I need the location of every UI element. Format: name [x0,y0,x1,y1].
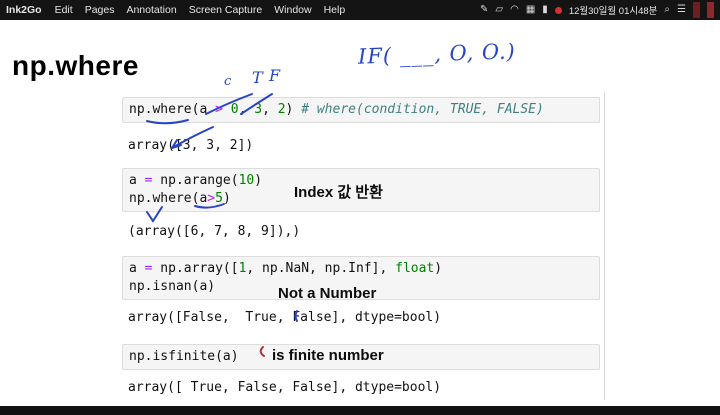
grid-icon[interactable]: ▦ [526,5,535,15]
output-isfinite: array([ True, False, False], dtype=bool) [128,380,442,395]
output-np-where: array([3, 3, 2]) [128,138,254,153]
bottom-bar [0,406,720,415]
menu-edit[interactable]: Edit [55,4,73,16]
code-line: np.where(a > 0, 3, 2) # where(condition,… [129,102,544,117]
shapes-icon[interactable]: ▱ [495,5,503,15]
red-bar-right [707,2,714,18]
list-icon[interactable]: ☰ [677,5,686,15]
code-cell-np-where[interactable]: np.where(a > 0, 3, 2) # where(condition,… [122,97,600,123]
handwritten-false-label: F [269,66,281,85]
note-index-return: Index 값 반환 [294,184,383,201]
menu-screen-capture[interactable]: Screen Capture [189,4,263,16]
record-indicator-icon[interactable] [554,6,562,14]
menu-help[interactable]: Help [324,4,346,16]
menubar-status-area: ✎ ▱ ◠ ▦ ▮ 12월30일월 01시48분 ⌕ ☰ [480,2,714,18]
note-is-finite-number: is finite number [272,347,384,364]
handwritten-true-label: T [252,68,263,87]
handwritten-condition-label: c [224,74,232,89]
handwritten-if-note: IF( ___, O, O.) [357,39,517,69]
app-menu-ink2go[interactable]: Ink2Go [6,4,42,16]
pen-icon[interactable]: ✎ [480,5,488,15]
red-bar-left [693,2,700,18]
content-divider [604,92,605,400]
menu-annotation[interactable]: Annotation [126,4,176,16]
code-line: a = np.array([1, np.NaN, np.Inf], float) [129,261,443,276]
output-isnan: array([False, True, False], dtype=bool) [128,310,442,325]
battery-icon: ▮ [542,4,548,15]
menu-pages[interactable]: Pages [85,4,115,16]
arc-icon[interactable]: ◠ [510,5,519,15]
menu-bar: Ink2Go Edit Pages Annotation Screen Capt… [0,0,720,20]
output-arange-where: (array([6, 7, 8, 9]),) [128,224,301,239]
page-title: np.where [12,50,139,81]
menubar-datetime: 12월30일월 01시48분 [568,6,658,17]
note-not-a-number: Not a Number [278,285,377,302]
menu-window[interactable]: Window [274,4,311,16]
search-icon[interactable]: ⌕ [664,5,670,15]
